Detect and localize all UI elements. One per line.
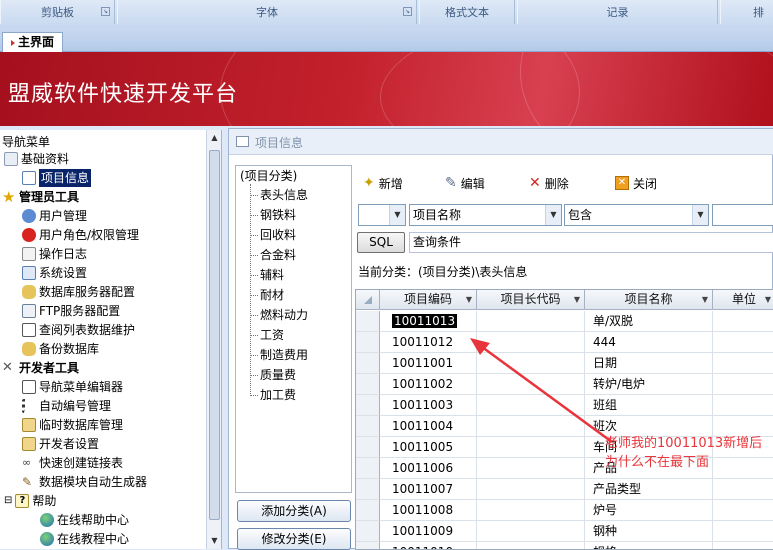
annotation-text: 老师我的10011013新增后为什么不在最下面 [605,436,763,470]
